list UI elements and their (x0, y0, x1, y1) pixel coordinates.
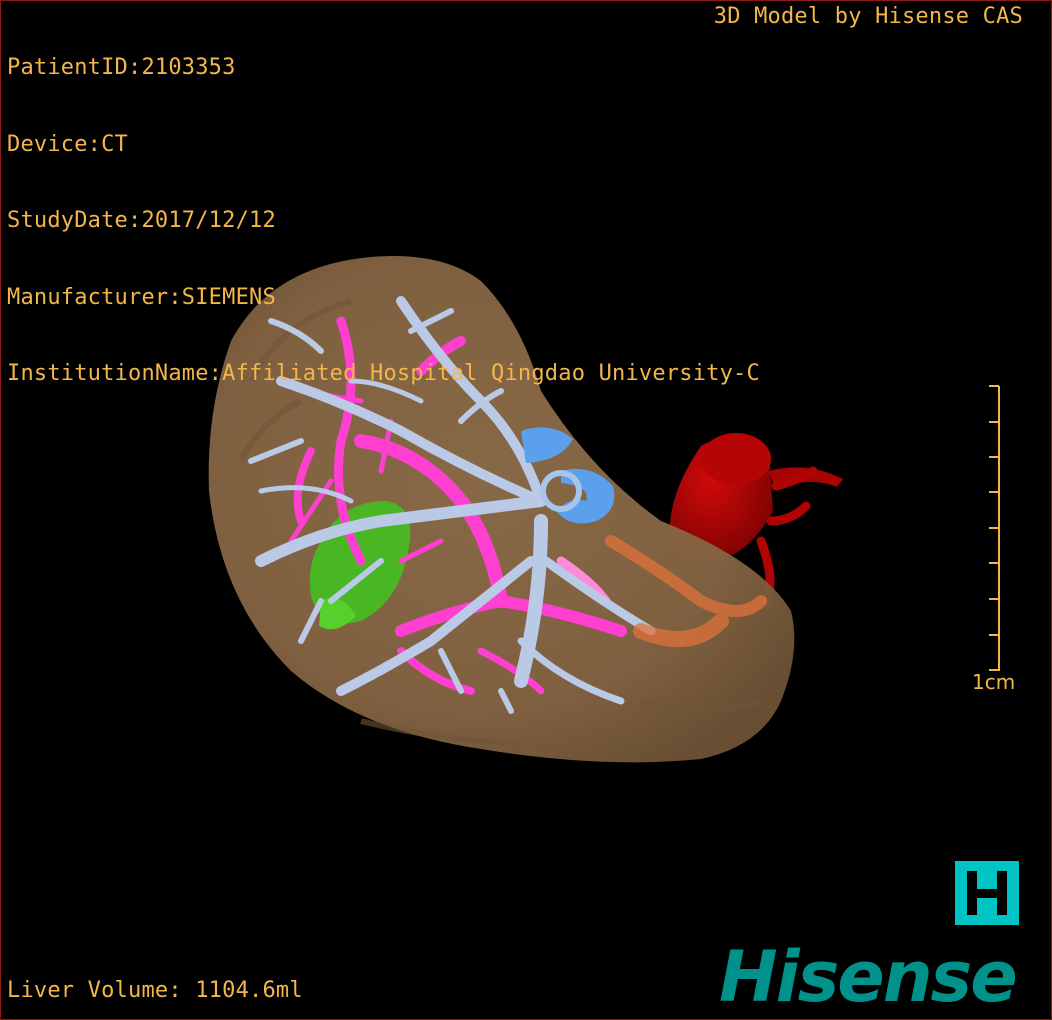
study-date: StudyDate:2017/12/12 (7, 208, 276, 233)
patient-id: PatientID:2103353 (7, 55, 236, 80)
patient-info-panel: PatientID:2103353 Device:CT StudyDate:20… (7, 4, 760, 438)
manufacturer: Manufacturer:SIEMENS (7, 284, 276, 310)
hisense-logo-mark (955, 861, 1019, 925)
institution-name: InstitutionName:Affiliated Hospital Qing… (7, 361, 760, 386)
3d-render-viewport[interactable]: PatientID:2103353 Device:CT StudyDate:20… (0, 0, 1052, 1020)
device: Device:CT (7, 131, 129, 157)
scale-bar-label: 1cm (972, 670, 1016, 694)
model-credit: 3D Model by Hisense CAS (713, 4, 1023, 29)
liver-volume: Liver Volume: 1104.6ml (7, 978, 303, 1003)
hisense-wordmark: Hisense (719, 936, 1018, 1018)
scale-bar (989, 385, 1000, 671)
h-logo-icon (967, 871, 1007, 915)
